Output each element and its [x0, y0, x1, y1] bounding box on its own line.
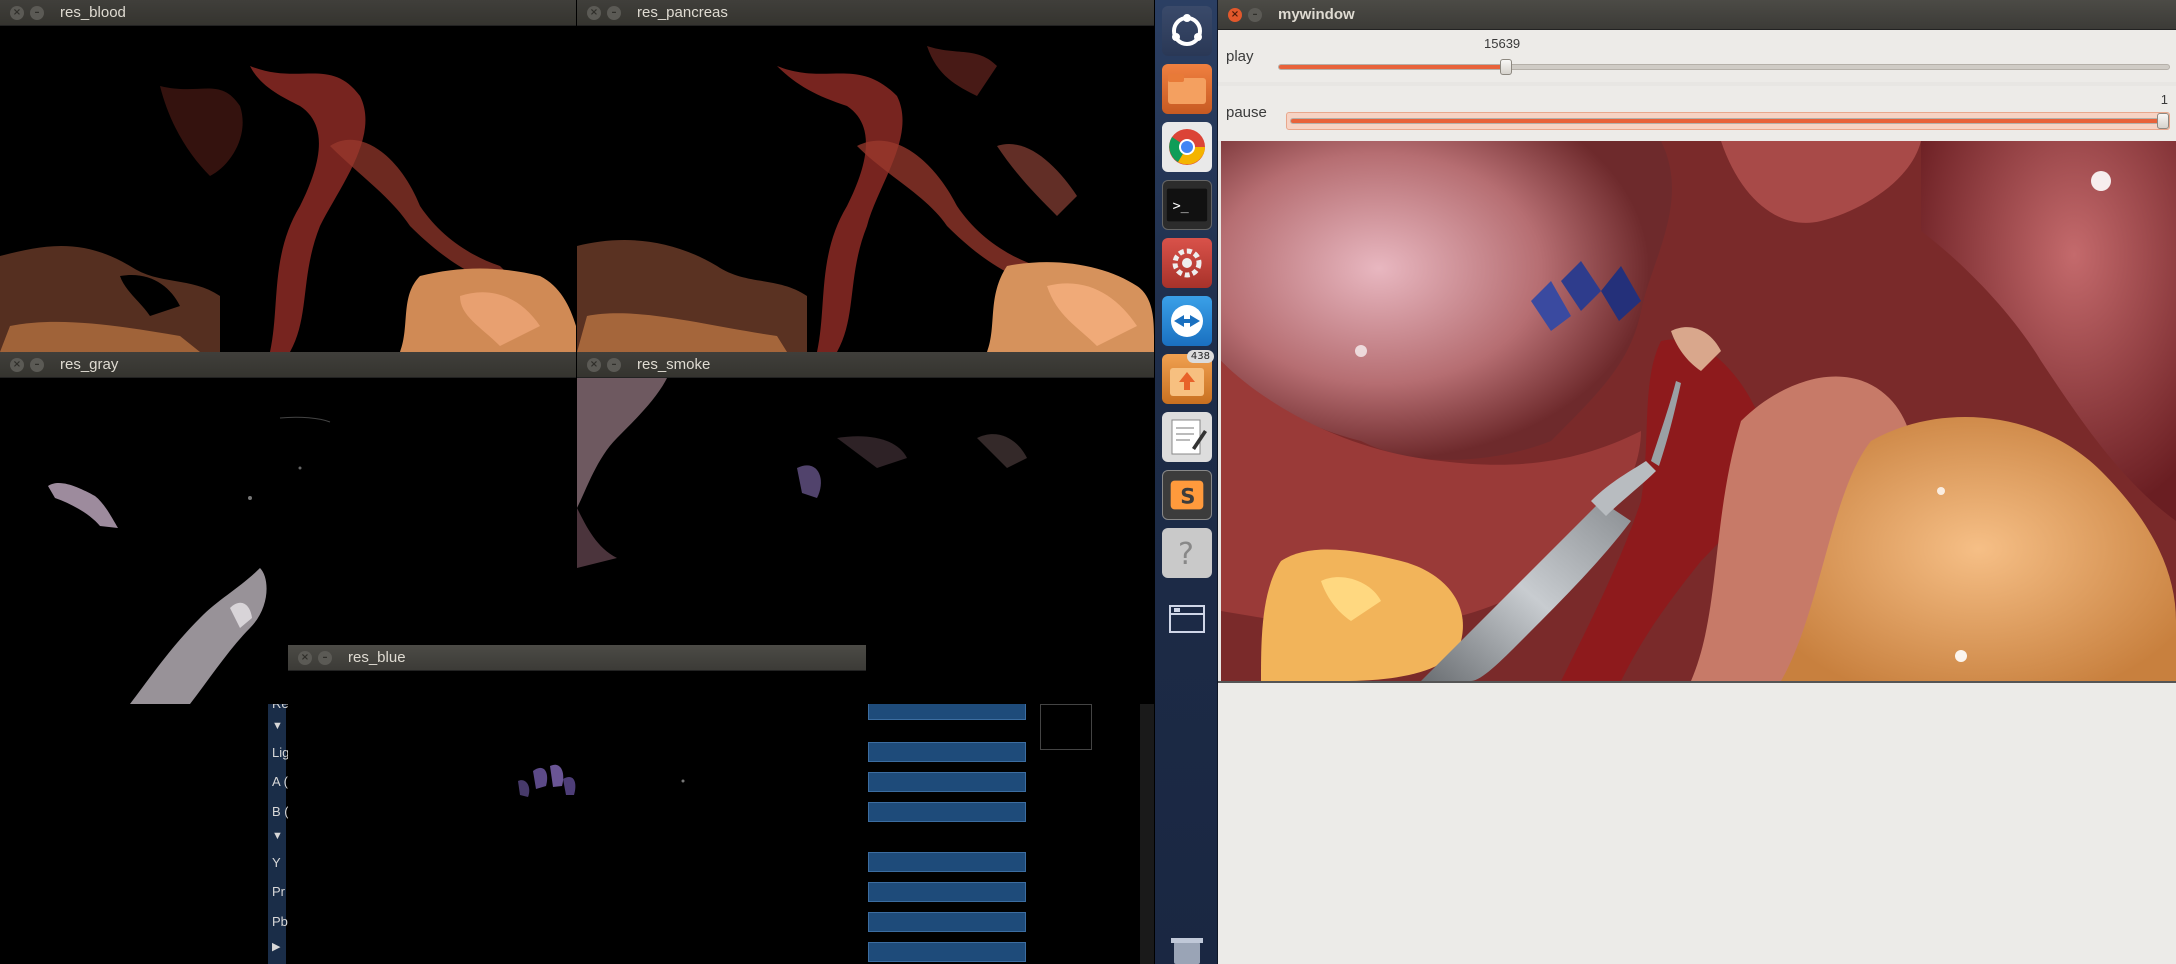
bg-bar[interactable] — [868, 942, 1026, 962]
window-title: res_pancreas — [637, 4, 728, 21]
play-slider-fill — [1279, 65, 1506, 69]
workspace-icon[interactable] — [1162, 594, 1212, 644]
res-blue-titlebar[interactable]: × – res_blue — [288, 645, 866, 671]
help-icon[interactable]: ? — [1162, 528, 1212, 578]
pause-slider[interactable] — [1290, 113, 2169, 129]
bg-label-pr: Pr — [272, 884, 285, 899]
bg-bar[interactable] — [868, 742, 1026, 762]
ubuntu-launcher: >_ 438 S ? — [1155, 0, 1218, 964]
mywindow-empty-area — [1218, 681, 2176, 964]
minimize-icon[interactable]: – — [607, 357, 621, 372]
svg-text:S: S — [1180, 484, 1195, 509]
pause-value: 1 — [2160, 92, 2168, 107]
play-label: play — [1226, 48, 1254, 65]
play-slider-thumb[interactable] — [1499, 59, 1512, 75]
res-pancreas-image — [577, 26, 1154, 352]
minimize-icon[interactable]: – — [607, 5, 621, 20]
play-slider[interactable] — [1278, 59, 2170, 75]
bg-label-y: Y — [272, 855, 281, 870]
ubuntu-logo-icon[interactable] — [1162, 6, 1212, 56]
minimize-icon[interactable]: – — [30, 357, 44, 372]
gear-wrench-icon[interactable] — [1162, 238, 1212, 288]
close-icon[interactable]: × — [298, 650, 312, 665]
bg-bar[interactable] — [868, 912, 1026, 932]
desktop: Re ▼ Lig A ( B ( ▼ Y Pr Pb ▶ × – res_blo… — [0, 0, 2176, 964]
res-smoke-titlebar[interactable]: × – res_smoke — [577, 352, 1154, 378]
bg-label-b: B ( — [272, 804, 289, 819]
bg-toggle-1[interactable]: ▼ — [272, 720, 283, 732]
trash-icon[interactable] — [1162, 936, 1212, 964]
res-blood-window: × – res_blood — [0, 0, 576, 352]
surgical-video-frame — [1221, 141, 2176, 681]
minimize-icon[interactable]: – — [30, 5, 44, 20]
svg-text:?: ? — [1178, 537, 1194, 572]
close-icon[interactable]: × — [587, 357, 601, 372]
text-editor-icon[interactable] — [1162, 412, 1212, 462]
mywindow-titlebar[interactable]: × – mywindow — [1218, 0, 2176, 30]
terminal-icon[interactable]: >_ — [1162, 180, 1212, 230]
close-icon[interactable]: × — [587, 5, 601, 20]
pause-trackbar-row: pause 1 — [1218, 86, 2176, 141]
close-icon[interactable]: × — [1228, 7, 1242, 22]
res-blue-image — [288, 671, 866, 964]
pause-slider-fill — [1291, 119, 2165, 123]
window-title: res_blood — [60, 4, 126, 21]
update-icon[interactable]: 438 — [1162, 350, 1214, 404]
res-blood-titlebar[interactable]: × – res_blood — [0, 0, 576, 26]
bg-scroll-area — [1140, 700, 1154, 964]
res-gray-titlebar[interactable]: × – res_gray — [0, 352, 576, 378]
teamviewer-icon[interactable] — [1162, 296, 1212, 346]
window-title: res_gray — [60, 356, 119, 373]
play-trackbar-row: play 15639 — [1218, 30, 2176, 82]
bg-bar[interactable] — [868, 802, 1026, 822]
bg-bar[interactable] — [868, 772, 1026, 792]
window-title: res_blue — [348, 649, 406, 666]
window-title: res_smoke — [637, 356, 711, 373]
res-blood-image — [0, 26, 576, 352]
bg-bar[interactable] — [868, 852, 1026, 872]
close-icon[interactable]: × — [10, 5, 24, 20]
chrome-icon[interactable] — [1162, 122, 1212, 172]
res-pancreas-window: × – res_pancreas — [577, 0, 1154, 352]
pause-slider-thumb[interactable] — [2157, 113, 2169, 129]
bg-label-lig: Lig — [272, 745, 290, 760]
svg-text:>_: >_ — [1173, 199, 1190, 214]
res-blue-window: × – res_blue — [288, 645, 866, 964]
play-value: 15639 — [1484, 36, 1521, 51]
res-pancreas-titlebar[interactable]: × – res_pancreas — [577, 0, 1154, 26]
sublime-icon[interactable]: S — [1162, 470, 1212, 520]
bg-bar[interactable] — [868, 882, 1026, 902]
window-title: mywindow — [1278, 6, 1355, 23]
bg-toggle-3[interactable]: ▶ — [272, 940, 280, 953]
bg-toggle-2[interactable]: ▼ — [272, 830, 283, 842]
pause-label: pause — [1226, 104, 1267, 121]
folder-icon[interactable] — [1162, 64, 1212, 114]
close-icon[interactable]: × — [10, 357, 24, 372]
minimize-icon[interactable]: – — [318, 650, 332, 665]
bg-label-pb: Pb — [272, 914, 288, 929]
update-count-badge: 438 — [1186, 350, 1214, 363]
minimize-icon[interactable]: – — [1248, 7, 1262, 22]
bg-label-a: A ( — [272, 774, 288, 789]
bg-side-box — [1040, 704, 1092, 750]
